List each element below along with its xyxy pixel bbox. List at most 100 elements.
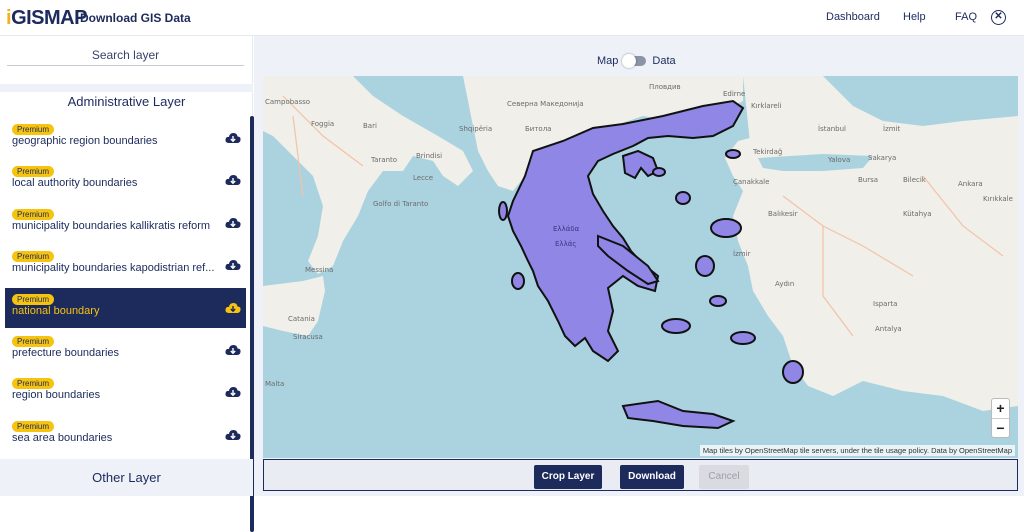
label-kirklareli: Kırklareli — [751, 102, 782, 110]
label-ankara: Ankara — [958, 180, 983, 188]
cloud-download-icon[interactable] — [225, 173, 241, 187]
administrative-layer-heading[interactable]: Administrative Layer — [0, 94, 253, 116]
label-lecce: Lecce — [413, 174, 433, 182]
top-bar: iGISMAP Download GIS Data Dashboard Help… — [0, 0, 1024, 36]
app-title: Download GIS Data — [80, 11, 191, 25]
label-shqiperia: Shqipëria — [459, 125, 492, 133]
cloud-download-icon[interactable] — [225, 131, 241, 145]
layer-name: municipality boundaries kapodistrian ref… — [12, 262, 215, 274]
label-siracusa: Siracusa — [293, 333, 323, 341]
label-yalova: Yalova — [827, 156, 850, 164]
kos — [730, 331, 756, 345]
naxos — [661, 318, 691, 334]
label-bari: Bari — [363, 122, 377, 130]
toggle-map-label: Map — [597, 55, 619, 67]
thasos — [652, 167, 666, 177]
action-bar: Crop Layer Download Cancel — [263, 459, 1018, 491]
layer-name: prefecture boundaries — [12, 347, 120, 359]
label-isparta: Isparta — [873, 300, 897, 308]
label-elladas: Ελλάς — [555, 240, 576, 248]
cloud-download-icon[interactable] — [225, 428, 241, 442]
premium-badge: Premium — [12, 336, 55, 347]
map-attribution: Map tiles by OpenStreetMap tile servers,… — [699, 445, 1015, 456]
label-aydin: Aydın — [775, 280, 794, 288]
label-golfo: Golfo di Taranto — [373, 200, 428, 208]
zoom-out-button[interactable]: − — [992, 418, 1009, 437]
layer-item-national-boundary[interactable]: Premium national boundary — [5, 288, 246, 328]
ikaria — [695, 255, 715, 277]
cloud-download-icon[interactable] — [225, 216, 241, 230]
corfu — [498, 201, 508, 221]
premium-badge: Premium — [12, 124, 55, 135]
cloud-download-icon[interactable] — [225, 301, 241, 315]
nav-faq[interactable]: FAQ — [955, 11, 977, 23]
main-panel: Map Data Campobasso Foggia Bari Taranto … — [254, 36, 1024, 496]
premium-badge: Premium — [12, 209, 55, 220]
samothraki — [725, 149, 741, 159]
other-layer-label: Other Layer — [92, 470, 161, 485]
label-malta: Malta — [265, 380, 284, 388]
lesbos — [675, 191, 691, 205]
section-divider — [0, 84, 253, 92]
crete — [621, 399, 736, 430]
label-bursa: Bursa — [858, 176, 878, 184]
label-bilecik: Bilecik — [903, 176, 927, 184]
layer-name: sea area boundaries — [12, 432, 113, 444]
igismap-logo[interactable]: iGISMAP — [6, 7, 87, 30]
layer-item-prefecture[interactable]: Premium prefecture boundaries — [5, 330, 246, 370]
label-taranto: Taranto — [370, 156, 397, 164]
map-canvas: Campobasso Foggia Bari Taranto Brindisi … — [263, 76, 1018, 430]
land-sicily — [263, 276, 325, 336]
layer-item-municipality-kallikratis[interactable]: Premium municipality boundaries kallikra… — [5, 203, 246, 243]
premium-badge: Premium — [12, 421, 55, 432]
nav-dashboard[interactable]: Dashboard — [826, 11, 880, 23]
label-foggia: Foggia — [311, 120, 334, 128]
label-edirne: Edirne — [723, 90, 745, 98]
cloud-download-icon[interactable] — [225, 258, 241, 272]
zoom-in-button[interactable]: + — [992, 399, 1009, 418]
label-bitola: Битола — [525, 125, 551, 133]
label-kutahya: Kütahya — [903, 210, 932, 218]
label-istanbul: İstanbul — [818, 124, 846, 133]
map-view[interactable]: Campobasso Foggia Bari Taranto Brindisi … — [263, 76, 1018, 458]
download-button[interactable]: Download — [620, 465, 684, 489]
label-izmit: İzmit — [883, 124, 901, 133]
layer-item-municipality-kapodistrian[interactable]: Premium municipality boundaries kapodist… — [5, 245, 246, 285]
label-izmir: İzmir — [733, 249, 751, 258]
land-turkey — [725, 76, 1018, 411]
search-input[interactable] — [7, 44, 244, 65]
label-campobasso: Campobasso — [265, 98, 310, 106]
layer-name: local authority boundaries — [12, 177, 138, 189]
cancel-button[interactable]: Cancel — [699, 465, 749, 489]
map-data-toggle[interactable]: Map Data — [597, 54, 676, 68]
layer-name: region boundaries — [12, 389, 101, 401]
label-catania: Catania — [288, 315, 315, 323]
nav-help[interactable]: Help — [903, 11, 926, 23]
label-brindisi: Brindisi — [416, 152, 442, 160]
samos — [709, 295, 727, 307]
layer-name: national boundary — [12, 305, 100, 317]
view-switch[interactable] — [622, 54, 647, 68]
label-messina: Messina — [305, 266, 333, 274]
layer-item-geographic-region[interactable]: Premium geographic region boundaries — [5, 118, 246, 158]
layer-list: Premium geographic region boundaries Pre… — [0, 118, 253, 458]
premium-badge: Premium — [12, 378, 55, 389]
search-wrap — [7, 44, 244, 66]
crop-layer-button[interactable]: Crop Layer — [534, 465, 602, 489]
zoom-control: + − — [991, 398, 1010, 438]
label-sakarya: Sakarya — [868, 154, 896, 162]
cloud-download-icon[interactable] — [225, 343, 241, 357]
layer-item-local-authority[interactable]: Premium local authority boundaries — [5, 160, 246, 200]
cloud-download-icon[interactable] — [225, 385, 241, 399]
sidebar: Administrative Layer Premium geographic … — [0, 36, 254, 532]
layer-item-sea-area[interactable]: Premium sea area boundaries — [5, 415, 246, 455]
premium-badge: Premium — [12, 294, 55, 305]
chios — [710, 218, 742, 238]
close-icon[interactable]: ✕ — [991, 10, 1006, 25]
rhodes — [782, 360, 804, 384]
label-canakkale: Çanakkale — [733, 178, 769, 186]
layer-item-region[interactable]: Premium region boundaries — [5, 372, 246, 412]
label-makedonija: Северна Македонија — [507, 100, 584, 108]
premium-badge: Premium — [12, 251, 55, 262]
other-layer-heading[interactable]: Other Layer — [0, 459, 253, 496]
